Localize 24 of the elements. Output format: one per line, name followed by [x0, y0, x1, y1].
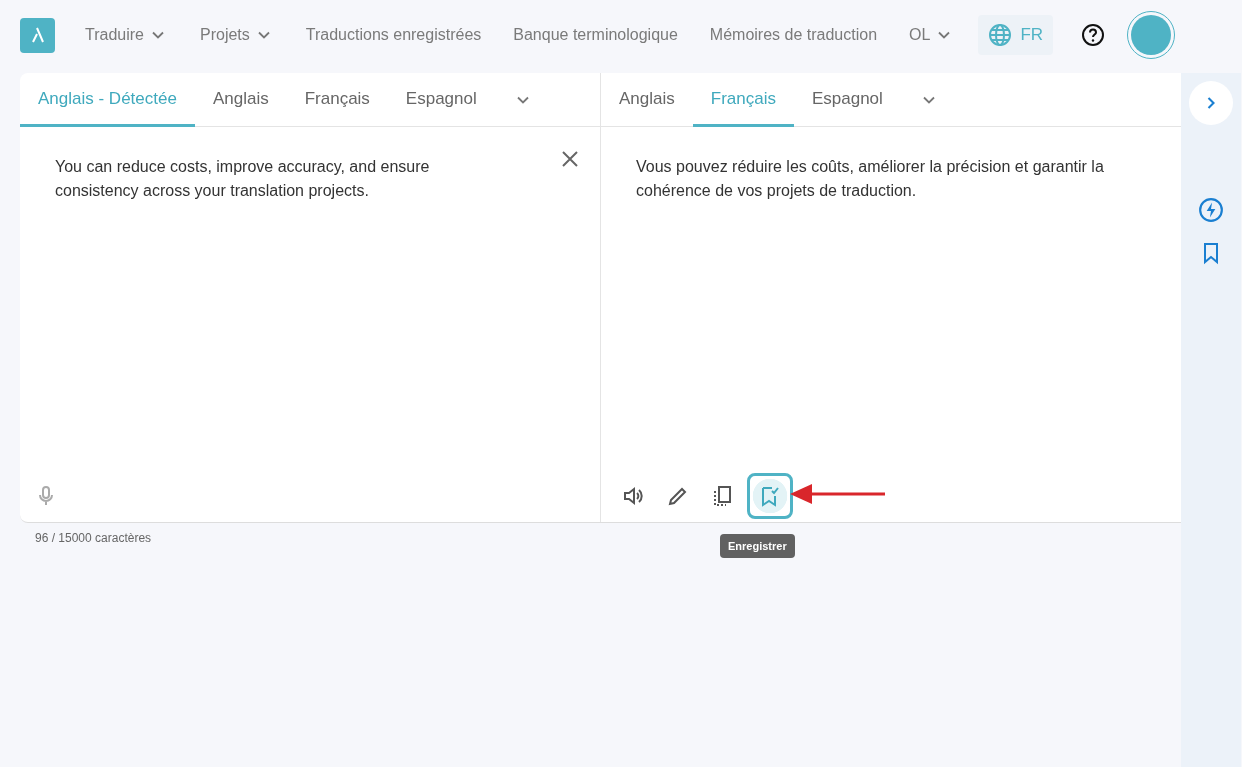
lightning-icon[interactable] [1198, 197, 1224, 223]
help-icon[interactable] [1081, 23, 1106, 47]
source-text[interactable]: You can reduce costs, improve accuracy, and ensure consistency across your translation projects. [55, 155, 490, 203]
character-counter: 96 / 15000 caractères [35, 531, 152, 545]
language-button[interactable]: FR [978, 15, 1054, 55]
globe-icon [988, 23, 1013, 47]
tooltip: Enregistrer [720, 534, 795, 558]
language-tab[interactable]: Anglais - Détectée [20, 73, 195, 127]
language-tab[interactable]: Anglais [601, 73, 693, 127]
nav-item[interactable]: Mémoires de traduction [709, 26, 878, 44]
nav-item[interactable]: OL [909, 25, 955, 45]
nav-item[interactable]: Banque terminologique [513, 26, 678, 44]
nav-item[interactable]: Traductions enregistrées [305, 26, 482, 44]
language-tab[interactable]: Espagnol [793, 73, 901, 127]
language-tab[interactable]: Français [286, 73, 388, 127]
bookmark-button[interactable] [747, 473, 793, 519]
language-tab[interactable]: Espagnol [387, 73, 495, 127]
speaker-icon [622, 484, 646, 508]
language-tab[interactable]: Français [692, 73, 794, 127]
language-tab[interactable]: Anglais [194, 73, 287, 127]
app-logo[interactable] [20, 17, 55, 53]
translated-text: Vous pouvez réduire les coûts, améliorer la précision et garantir la cohérence de vos projets de traduction. [636, 157, 1105, 201]
nav-item[interactable]: Projets [200, 25, 274, 45]
nav-item[interactable]: Traduire [85, 25, 168, 45]
